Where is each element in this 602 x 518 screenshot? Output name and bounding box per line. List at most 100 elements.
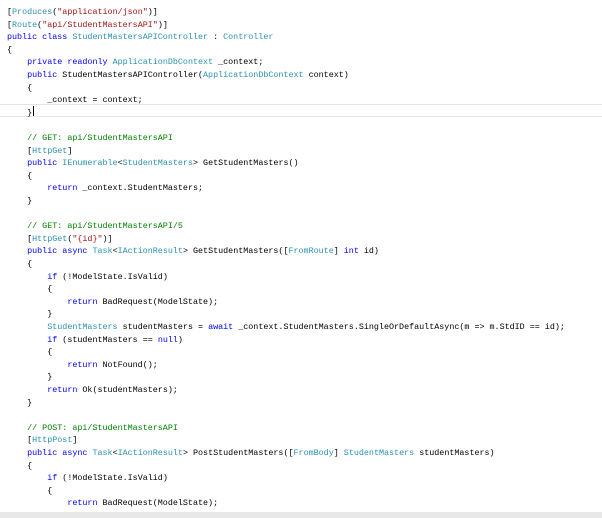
code-token: }	[7, 196, 33, 206]
code-token: StudentMasters	[343, 448, 415, 458]
code-line[interactable]: // POST: api/StudentMastersAPI	[7, 422, 178, 435]
code-token: StudentMasters	[122, 158, 193, 169]
code-line[interactable]: [HttpGet]	[7, 145, 72, 158]
code-token: // POST: api/StudentMastersAPI	[27, 422, 178, 433]
code-token: Ok(studentMasters);	[77, 385, 178, 395]
code-line[interactable]: public class StudentMastersAPIController…	[7, 31, 273, 44]
code-line[interactable]: [HttpGet("{id}")]	[7, 233, 113, 246]
code-token: [	[7, 233, 33, 244]
code-line[interactable]: public IEnumerable<StudentMasters> GetSt…	[7, 157, 298, 170]
code-token: // GET: api/StudentMastersAPI/5	[27, 221, 183, 232]
code-token: context)	[303, 70, 349, 80]
code-line[interactable]: {	[7, 44, 12, 57]
code-line[interactable]: return NotFound();	[7, 359, 157, 372]
code-token: {	[7, 284, 53, 295]
code-line[interactable]: {	[7, 82, 32, 95]
code-token: > GetStudentMasters([	[182, 246, 289, 257]
code-token: FromRoute	[288, 246, 334, 257]
code-line[interactable]: [Produces("application/json")]	[7, 6, 158, 19]
code-token: id)	[358, 246, 379, 257]
code-line[interactable]: [HttpPost]	[7, 434, 77, 447]
code-token: int	[343, 246, 359, 257]
code-line[interactable]: return BadRequest(ModelState);	[7, 296, 218, 309]
code-token: "{id}"	[72, 233, 103, 244]
code-token: )]	[157, 19, 168, 30]
code-line[interactable]: }	[7, 195, 32, 208]
code-line[interactable]: private readonly ApplicationDbContext _c…	[7, 56, 263, 69]
code-token: }	[7, 107, 33, 118]
code-token: [	[7, 145, 33, 156]
code-token: return	[47, 183, 78, 194]
code-line[interactable]: public async Task<IActionResult> PostStu…	[7, 447, 495, 460]
code-token: }	[7, 309, 53, 320]
code-token: ]	[72, 435, 78, 446]
code-token: _context.StudentMasters.SingleOrDefaultA…	[233, 322, 565, 332]
code-line[interactable]: return _context.StudentMasters;	[7, 182, 203, 195]
code-token: Route	[12, 19, 38, 30]
code-token: return	[67, 498, 98, 509]
code-line[interactable]: }	[7, 371, 52, 384]
code-line[interactable]: return BadRequest(ModelState);	[7, 497, 218, 510]
code-token: public	[27, 158, 63, 169]
code-token: return	[67, 296, 98, 307]
code-token: {	[7, 485, 53, 496]
code-line[interactable]: _context = context;	[7, 94, 143, 107]
code-token: HttpPost	[32, 435, 73, 446]
code-line[interactable]: if (!ModelState.IsValid)	[7, 271, 168, 284]
code-token: IEnumerable	[62, 158, 118, 169]
code-token: ]	[67, 145, 73, 156]
code-line[interactable]: if (!ModelState.IsValid)	[7, 472, 168, 485]
code-token: (!ModelState.IsValid)	[57, 271, 168, 282]
code-token: HttpGet	[32, 145, 68, 156]
code-line[interactable]: return Ok(studentMasters);	[7, 384, 178, 397]
code-token: ]	[333, 448, 344, 458]
code-line[interactable]: }	[7, 107, 32, 120]
code-line[interactable]: {	[7, 460, 32, 473]
code-token: // GET: api/StudentMastersAPI	[27, 133, 173, 143]
code-line[interactable]: public StudentMastersAPIController(Appli…	[7, 69, 349, 82]
code-token: (studentMasters ==	[57, 334, 158, 345]
code-token: :	[208, 32, 224, 43]
code-line[interactable]: StudentMasters studentMasters = await _c…	[7, 321, 565, 334]
code-line[interactable]: {	[7, 170, 32, 183]
code-line[interactable]: {	[7, 258, 32, 271]
code-line[interactable]: {	[7, 283, 52, 296]
code-token: BadRequest(ModelState);	[97, 296, 219, 307]
code-line[interactable]: {	[7, 346, 52, 359]
code-line[interactable]: [Route("api/StudentMastersAPI")]	[7, 19, 168, 32]
code-token: FromBody	[293, 448, 334, 458]
code-line[interactable]: }	[7, 397, 32, 410]
code-line[interactable]: public async Task<IActionResult> GetStud…	[7, 245, 379, 258]
code-token: studentMasters)	[414, 448, 495, 458]
code-token: return	[47, 385, 78, 395]
code-line[interactable]: // GET: api/StudentMastersAPI/5	[7, 220, 183, 233]
code-token: if	[47, 334, 58, 345]
code-line[interactable]: // GET: api/StudentMastersAPI	[7, 132, 173, 145]
code-token: IActionResult	[117, 246, 183, 257]
code-token: "application/json"	[57, 7, 148, 17]
text-caret	[33, 106, 34, 116]
code-token: "api/StudentMastersAPI"	[42, 19, 158, 30]
code-token: if	[47, 473, 58, 484]
code-token: return	[67, 359, 98, 370]
code-line[interactable]: }	[7, 308, 52, 321]
code-editor[interactable]: [Produces("application/json")] [Route("ap…	[0, 0, 602, 512]
code-token: {	[7, 259, 33, 269]
code-token: Task	[92, 448, 113, 458]
code-token: > PostStudentMasters([	[182, 448, 294, 458]
code-line[interactable]: {	[7, 485, 52, 498]
horizontal-scrollbar[interactable]	[0, 512, 602, 518]
code-line[interactable]: if (studentMasters == null)	[7, 334, 183, 347]
code-token: )	[177, 334, 183, 345]
code-token: )]	[102, 233, 113, 244]
